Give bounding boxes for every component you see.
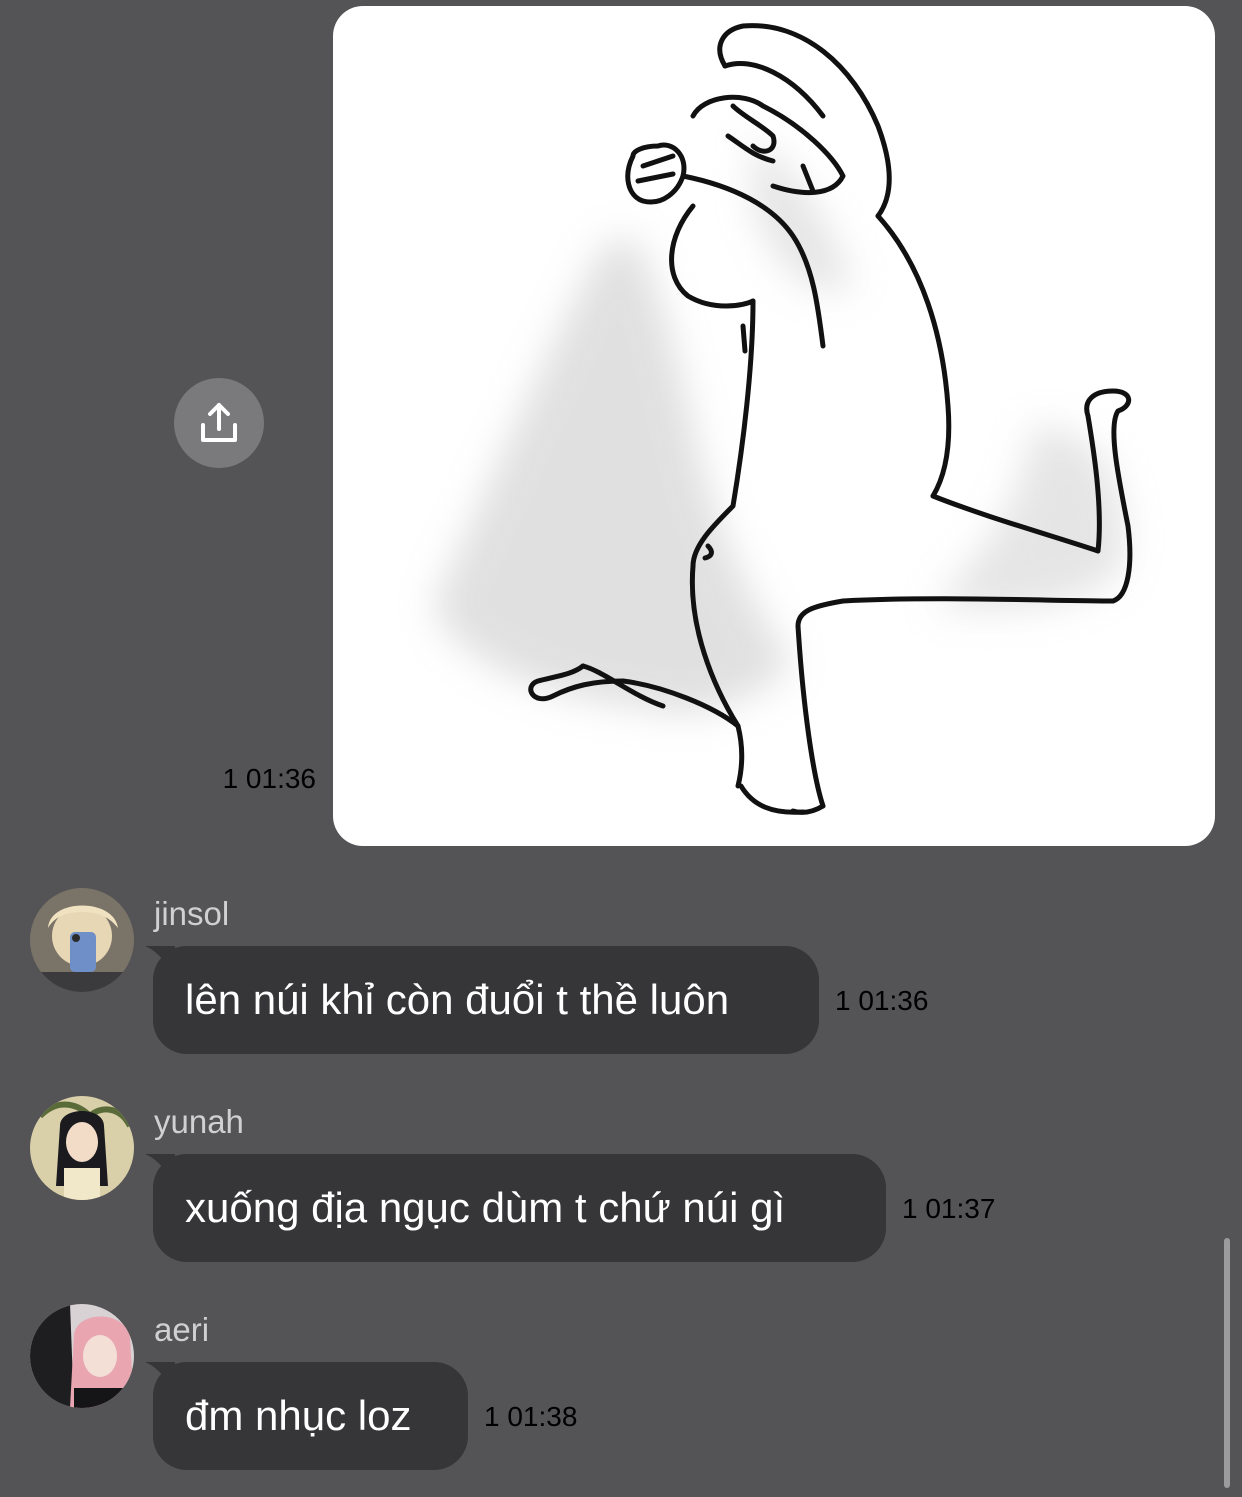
share-upload-icon (201, 403, 237, 442)
message-time: 01:37 (925, 1193, 996, 1224)
message-meta: 1 01:38 (484, 1400, 577, 1434)
message-meta: 1 01:36 (835, 984, 928, 1018)
avatar-image (30, 1304, 134, 1408)
bubble-tail (145, 1154, 175, 1184)
sender-name: yunah (154, 1103, 244, 1140)
avatar-yunah[interactable] (30, 1096, 134, 1200)
message-bubble[interactable]: đm nhục loz (145, 1362, 468, 1470)
sketch-drawing (433, 23, 1133, 815)
sender-name: aeri (154, 1311, 210, 1348)
avatar-image (30, 1096, 134, 1200)
unread-count: 1 (484, 1401, 500, 1432)
message-text: đm nhục loz (185, 1392, 412, 1439)
message-bubble[interactable]: xuống địa ngục dùm t chứ núi gì (145, 1154, 886, 1262)
scrollbar[interactable] (1224, 1238, 1230, 1488)
bubble-tail (145, 946, 175, 976)
message-meta: 1 01:37 (902, 1192, 995, 1226)
message-bubble[interactable]: lên núi khỉ còn đuổi t thề luôn (145, 946, 819, 1054)
message-time: 01:36 (858, 985, 929, 1016)
avatar-jinsol[interactable] (30, 888, 134, 992)
message-text: lên núi khỉ còn đuổi t thề luôn (185, 976, 730, 1023)
message-text: xuống địa ngục dùm t chứ núi gì (185, 1184, 786, 1231)
image-message-meta: 1 01:36 (200, 762, 316, 796)
share-button[interactable] (174, 378, 264, 468)
unread-count: 1 (902, 1193, 918, 1224)
message-time: 01:38 (507, 1401, 578, 1432)
unread-count: 1 (222, 763, 239, 794)
image-message[interactable] (333, 6, 1215, 846)
avatar-image (30, 888, 134, 992)
sender-name: jinsol (154, 895, 230, 932)
unread-count: 1 (835, 985, 851, 1016)
avatar-aeri[interactable] (30, 1304, 134, 1408)
bubble-tail (145, 1362, 175, 1392)
message-time: 01:36 (245, 763, 316, 794)
